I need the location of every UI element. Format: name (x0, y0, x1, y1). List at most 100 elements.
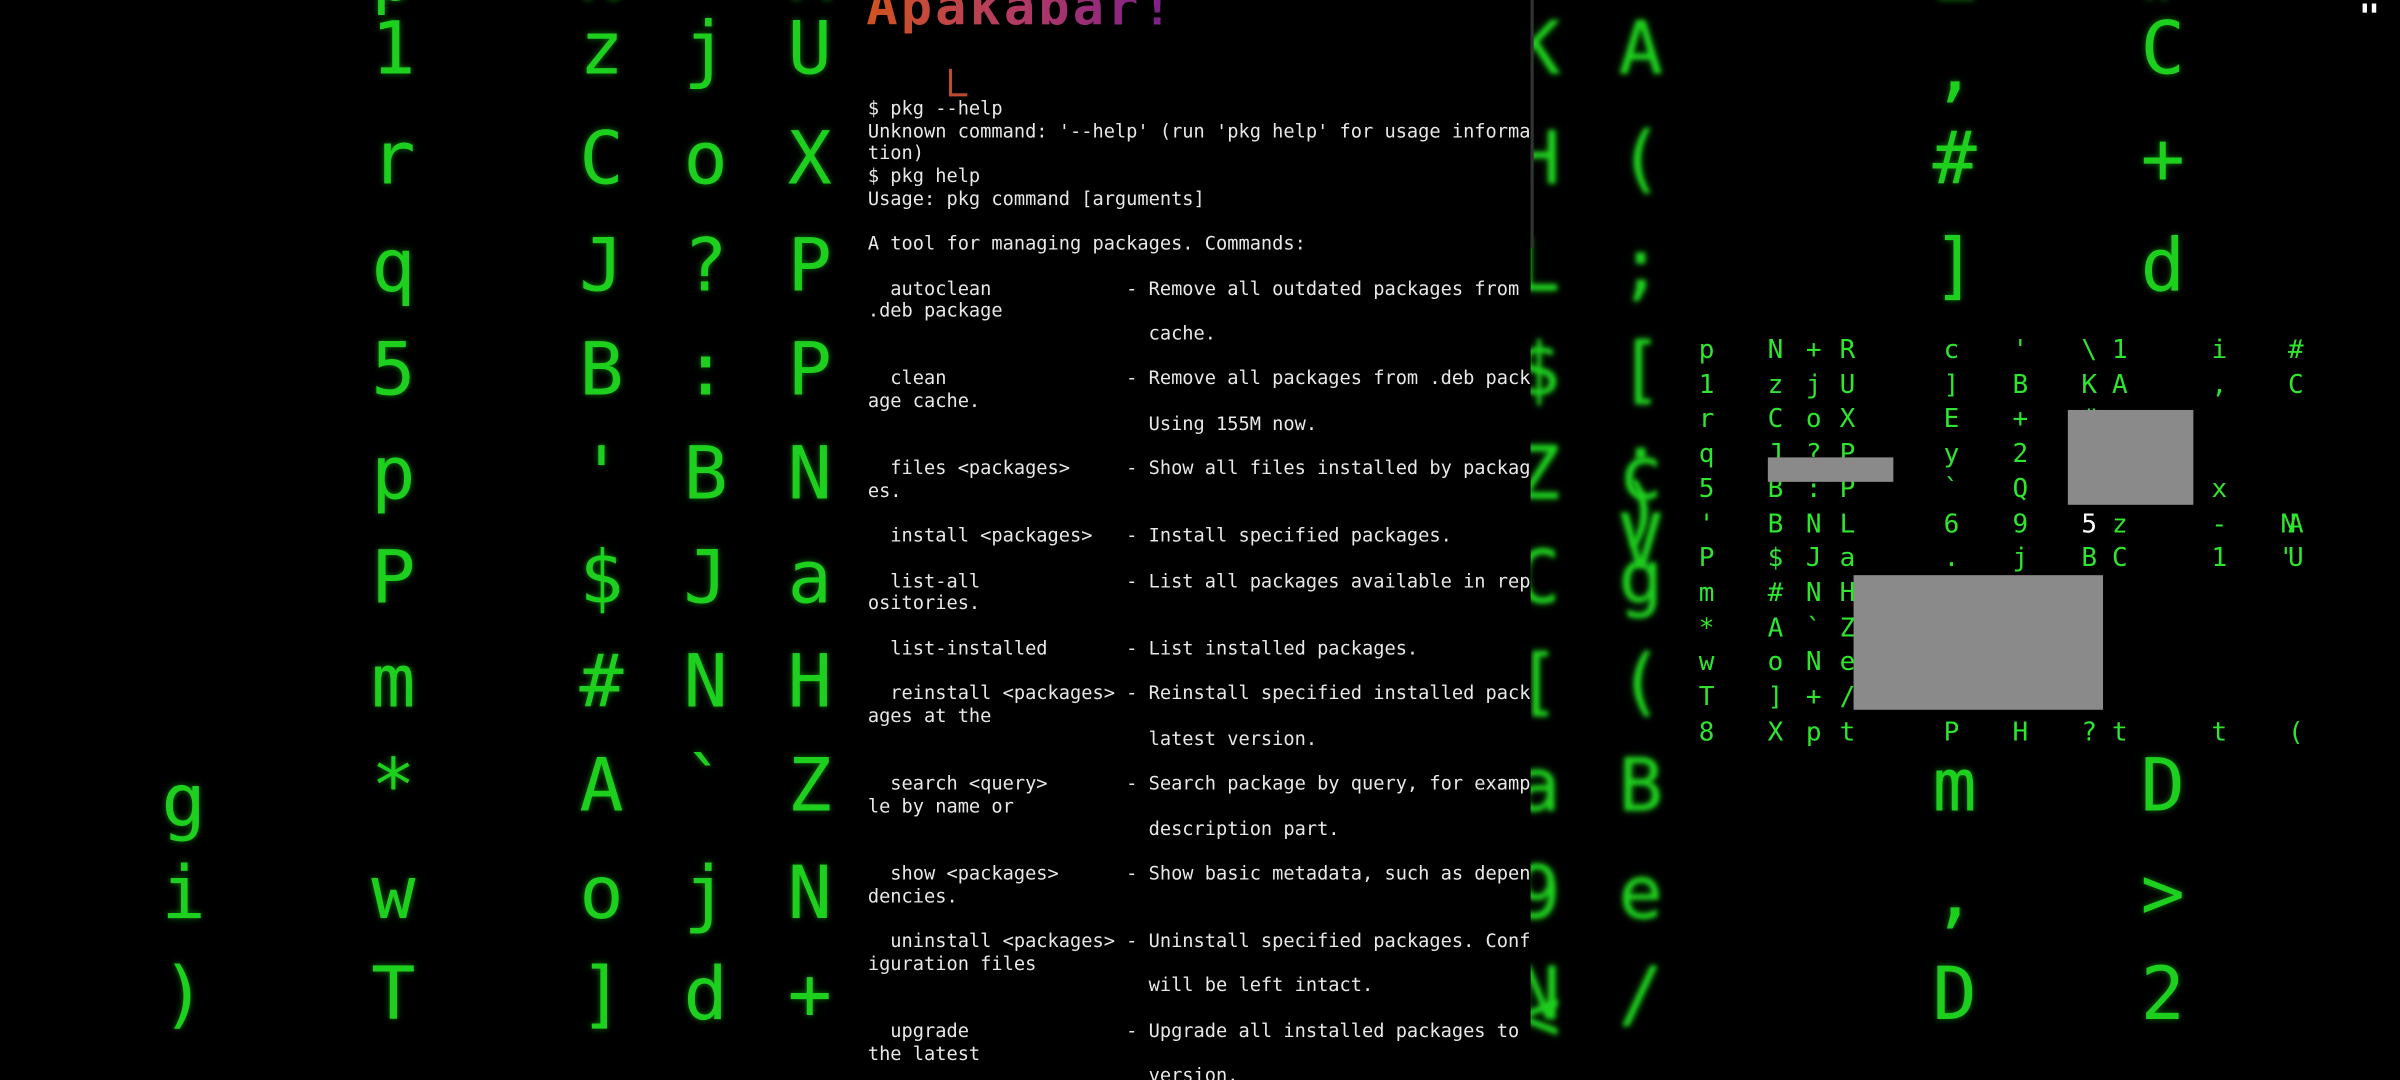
rain-glyph: # (579, 639, 624, 726)
terminal-line: A tool for managing packages. Commands: (867, 232, 1306, 255)
terminal-line: files <packages> - Show all files instal… (867, 457, 1531, 480)
rain-glyph: j (683, 6, 728, 92)
rain-glyph: m (1932, 743, 1977, 830)
rain-glyph-small: A (1767, 612, 1784, 644)
rain-glyph: C (2140, 6, 2185, 92)
rain-glyph: , (1932, 850, 1977, 937)
rain-glyph: q (371, 223, 416, 309)
rain-glyph-small: B (2012, 369, 2029, 401)
gray-block (2067, 409, 2194, 505)
rain-glyph-small: A (2112, 369, 2128, 401)
rain-glyph-small: " (2280, 543, 2297, 574)
terminal-line: the latest (867, 1042, 981, 1064)
rain-glyph-small: K (2081, 369, 2098, 401)
terminal-line: dencies. (867, 885, 958, 907)
rain-glyph-small: P (1698, 543, 1715, 574)
rain-glyph-small: p (1805, 716, 1822, 748)
rain-glyph-small: R (1839, 335, 1856, 366)
rain-glyph: a (787, 535, 832, 622)
rain-glyph-small: c (1943, 335, 1960, 366)
rain-glyph: J (683, 535, 728, 622)
rain-glyph-small: ' (1698, 508, 1715, 540)
rain-glyph: J (579, 223, 624, 309)
rain-glyph: ( (1618, 639, 1663, 726)
rain-glyph: 2 (2140, 951, 2185, 1038)
rain-glyph: N (787, 431, 832, 518)
rain-glyph-small: 5 (2081, 508, 2098, 540)
rain-glyph-small: 9 (2012, 508, 2029, 540)
rain-glyph: d (2140, 223, 2185, 309)
rain-glyph: B (683, 431, 728, 518)
terminal-line: tion) (867, 142, 925, 165)
rain-glyph-small: U (1839, 369, 1856, 401)
rain-glyph: p (371, 431, 416, 518)
rain-glyph: g (1618, 535, 1663, 622)
terminal-output: $ pkg --help Unknown command: '--help' (… (868, 98, 1531, 1080)
terminal-line: version. (867, 1065, 1239, 1080)
terminal-line: install <packages> - Install specified p… (867, 525, 1452, 547)
rain-glyph-small: y (1943, 439, 1960, 470)
rain-glyph-small: B (2081, 543, 2098, 574)
rain-glyph: P (371, 535, 416, 622)
rain-glyph: ' (579, 431, 624, 518)
rain-glyph: # (1932, 116, 1977, 202)
rain-glyph-small: + (1805, 682, 1822, 713)
rain-glyph-small: 6 (1943, 508, 1960, 540)
rain-glyph: ( (1618, 116, 1663, 202)
rain-glyph: Z (1932, 0, 1976, 12)
rain-glyph: m (371, 639, 416, 726)
terminal-line: autoclean - Remove all outdated packages… (867, 277, 1520, 300)
rain-glyph-small: q (1698, 439, 1715, 470)
rain-glyph-small: ] (1943, 369, 1960, 401)
terminal-line: .deb package (867, 300, 1003, 322)
rain-glyph-small: j (2012, 543, 2029, 574)
rain-glyph-small: t (2211, 716, 2228, 748)
rain-glyph-small: - (2211, 508, 2228, 540)
rain-glyph-small: x (2211, 473, 2228, 505)
rain-glyph: H (787, 639, 832, 726)
terminal-window[interactable]: Apakabar! $ pkg --help Unknown command: … (860, 0, 1531, 1080)
rain-glyph-small: N (1805, 578, 1822, 609)
rain-glyph: ) (161, 951, 206, 1038)
terminal-line: list-installed - List installed packages… (867, 637, 1419, 660)
terminal-line: Unknown command: '--help' (run 'pkg help… (867, 120, 1531, 142)
rain-glyph-small: 1 (2112, 335, 2128, 366)
rain-glyph-small: 5 (1698, 473, 1715, 505)
terminal-line: es. (867, 480, 902, 502)
terminal-line: reinstall <packages> - Reinstall specifi… (867, 682, 1531, 705)
rain-glyph-small: 1 (2211, 543, 2228, 574)
rain-glyph-small: t (2112, 716, 2128, 748)
rain-glyph-small: 1 (1698, 369, 1715, 401)
rain-glyph-small: C (2288, 369, 2304, 401)
rain-glyph: N (787, 850, 832, 937)
terminal-line: iguration files (867, 952, 1037, 974)
rain-glyph: B (579, 327, 624, 414)
rain-glyph: w (371, 850, 416, 937)
rain-glyph: e (1618, 850, 1663, 937)
terminal-scroll-edge (1530, 0, 1534, 248)
rain-glyph-small: m (1698, 578, 1715, 609)
rain-glyph: D (1932, 951, 1977, 1038)
terminal-line: le by name or (867, 795, 1014, 817)
rain-glyph-small: E (1943, 404, 1960, 436)
terminal-line: list-all - List all packages available i… (867, 570, 1531, 592)
rain-glyph-small: N (1805, 508, 1822, 540)
terminal-line: age cache. (867, 390, 981, 412)
terminal-line: ositories. (867, 592, 981, 615)
terminal-line: $ pkg --help (867, 97, 1003, 120)
rain-glyph-small: P (1943, 716, 1960, 748)
rain-glyph: 1 (371, 6, 416, 92)
rain-glyph: i (161, 850, 206, 937)
rain-glyph-small: J (1805, 543, 1822, 574)
rain-glyph: + (2140, 116, 2185, 202)
rain-glyph-small: r (1698, 404, 1715, 436)
gray-block (1767, 457, 1894, 482)
rain-glyph-small: ? (2081, 716, 2098, 748)
rain-glyph: o (579, 850, 624, 937)
rain-glyph: + (787, 951, 832, 1038)
rain-glyph-small: o (1767, 647, 1784, 679)
rain-glyph-small: # (1767, 578, 1784, 609)
rain-glyph: ` (683, 743, 728, 830)
rain-glyph-small: 2 (2012, 439, 2029, 470)
terminal-line: $ pkg help (867, 165, 981, 187)
